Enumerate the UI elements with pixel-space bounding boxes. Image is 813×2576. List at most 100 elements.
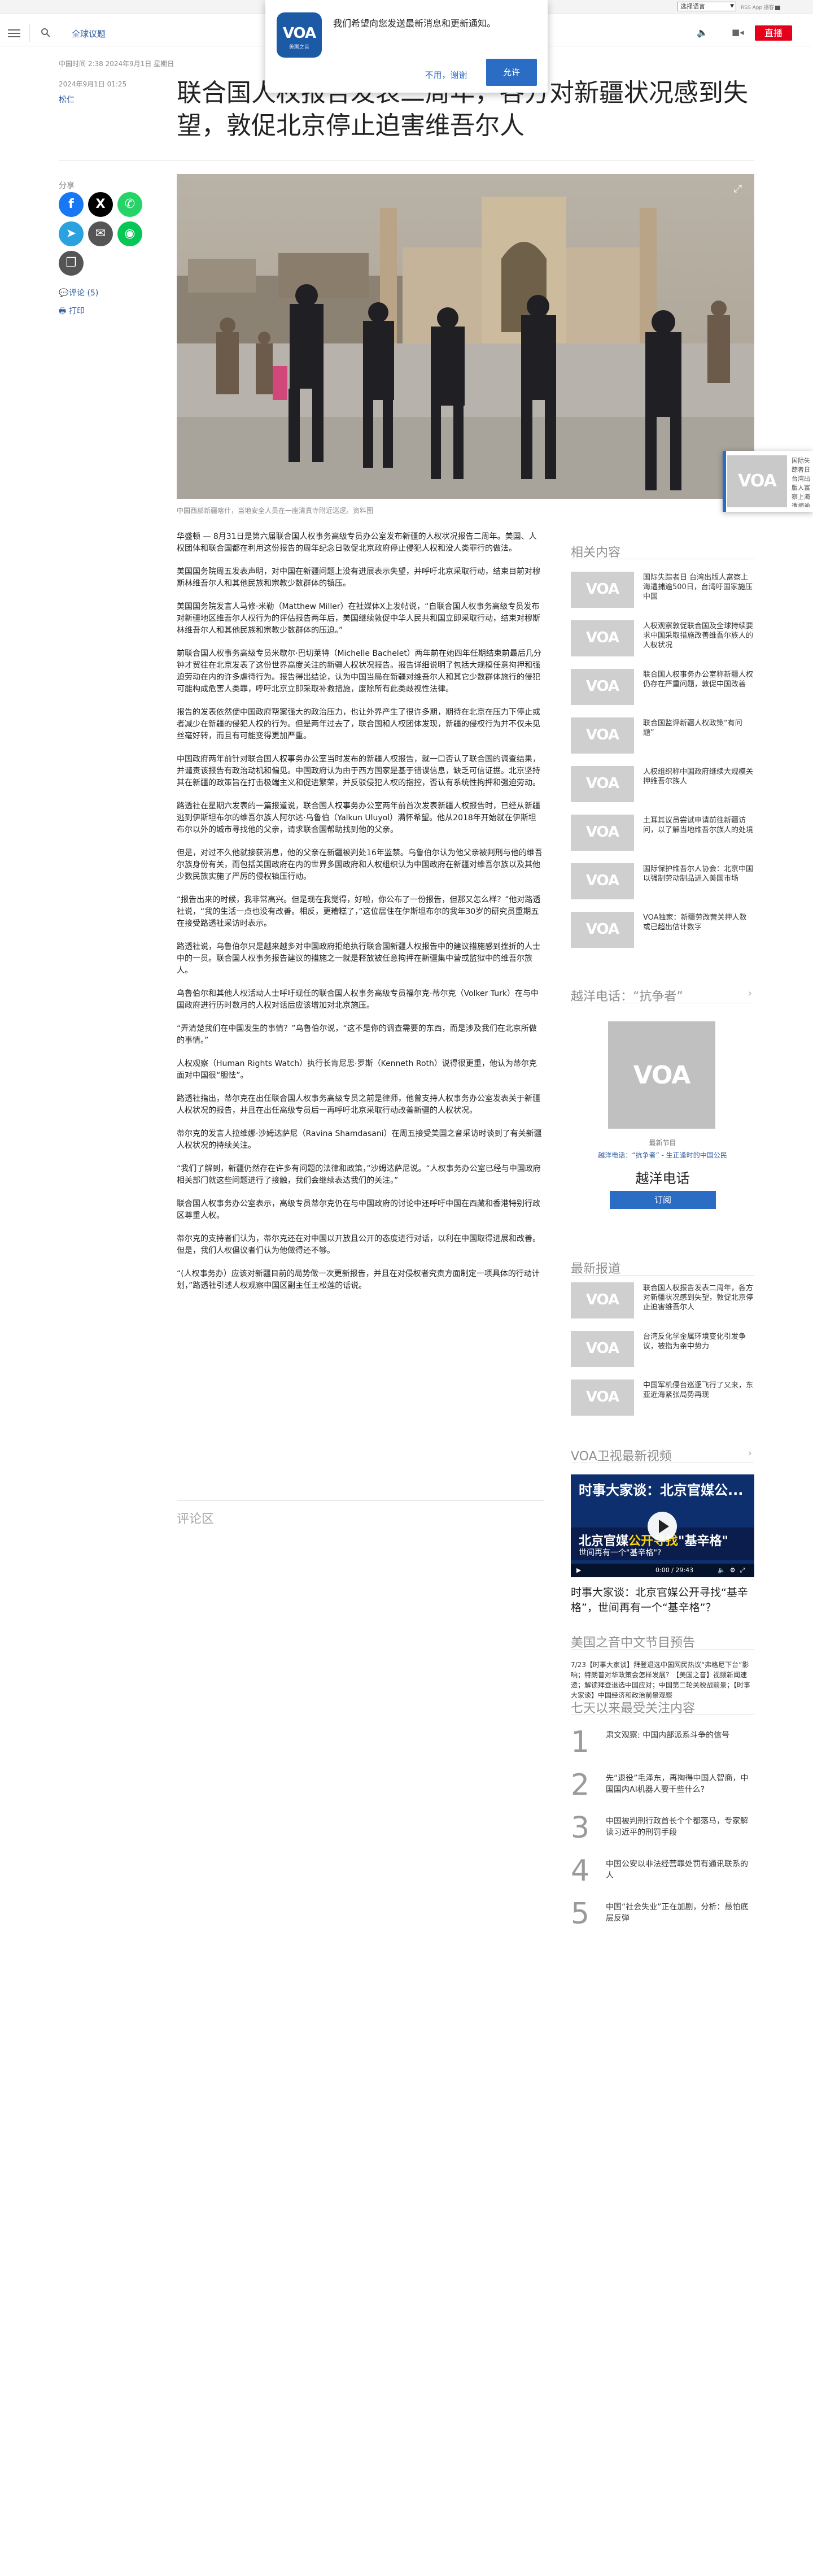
related-item[interactable]: VOA 人权组织称中国政府继续大规模关押维吾尔族人	[571, 766, 754, 803]
chevron-right-icon: ›	[748, 1447, 752, 1459]
related-item[interactable]: VOA 联合国人权事务办公室称新疆人权仍存在严重问题，敦促中国改善	[571, 669, 754, 706]
latest-item[interactable]: VOA 中国军机侵台巡逻飞行了又来，东亚近海紧张局势再现	[571, 1380, 754, 1417]
utility-links[interactable]: RSS App 播客	[741, 3, 781, 11]
copy-link-button[interactable]: ❐	[59, 251, 84, 276]
latest-link[interactable]: 联合国人权报告发表二周年，各方对新疆状况感到失望，敦促北京停止迫害维吾尔人	[643, 1283, 753, 1312]
popular-link[interactable]: 肃文观察: 中国内部派系斗争的信号	[606, 1730, 751, 1741]
video-controls[interactable]: ▶ 0:00 / 29:43 🔈⚙⤢	[571, 1564, 754, 1577]
print-icon: 🖶	[59, 307, 67, 316]
play-small-icon[interactable]: ▶	[576, 1564, 581, 1577]
language-select[interactable]: 选择语言 ▼	[678, 2, 736, 11]
fullscreen-icon[interactable]: ⤢	[729, 181, 746, 198]
video-player[interactable]: 时事大家谈：北京官媒公... 北京官媒公开寻找"基辛格" 世间再有一个"基辛格"…	[571, 1474, 754, 1577]
volume-settings-fullscreen-icons[interactable]: 🔈⚙⤢	[718, 1564, 749, 1577]
latest-item[interactable]: VOA 联合国人权报告发表二周年，各方对新疆状况感到失望，敦促北京停止迫害维吾尔人	[571, 1282, 754, 1320]
x-share-button[interactable]: X	[88, 192, 113, 217]
related-heading: 相关内容	[571, 542, 754, 560]
card-accent	[723, 451, 726, 512]
play-icon[interactable]	[648, 1512, 677, 1541]
latest-item[interactable]: VOA 台湾反化学金属环境变化引发争议，被指为亲中势力	[571, 1331, 754, 1368]
popular-link[interactable]: 中国“社会失业”正在加剧，分析：最怕底层反弹	[606, 1901, 751, 1924]
related-link[interactable]: 联合国人权事务办公室称新疆人权仍存在严重问题，敦促中国改善	[643, 670, 753, 689]
podcast-heading[interactable]: 越洋电话：“抗争者” ›	[571, 986, 754, 1004]
section-title[interactable]: 全球议题	[72, 28, 106, 40]
body-paragraph: 美国国务院发言人马修·米勒（Matthew Miller）在社媒体X上发帖说，“…	[177, 602, 540, 635]
podcast-icon	[775, 5, 780, 10]
schedule-heading: 美国之音中文节目预告	[571, 1633, 754, 1650]
podcast-episode-link[interactable]: 越洋电话：“抗争者” - 生正逢时的中国公民	[571, 1150, 754, 1160]
related-item[interactable]: VOA 人权观察敦促联合国及全球持续要求中国采取措施改善维吾尔族人的人权状况	[571, 620, 754, 658]
print-link[interactable]: 🖶 打印	[59, 305, 85, 319]
search-icon[interactable]	[41, 28, 51, 38]
voa-logo-icon: VOA	[585, 872, 619, 889]
schedule-text[interactable]: 7/23【时事大家谈】拜登退选中国网民热议“弗格尼下台”影响；特朗普对华政策会怎…	[571, 1660, 754, 1700]
telegram-share-button[interactable]: ➤	[59, 221, 84, 246]
video-caption[interactable]: 时事大家谈：北京官媒公开寻找“基辛格”，世间再有一个“基辛格”？	[571, 1585, 754, 1616]
related-item[interactable]: VOA 联合国监评新疆人权政策“有问题”	[571, 717, 754, 755]
body-paragraph: “我们了解到，新疆仍然存在许多有问题的法律和政策，”沙姆达萨尼说。“人权事务办公…	[177, 1164, 541, 1185]
voa-logo-icon: VOA	[585, 775, 619, 792]
popular-item[interactable]: 1 肃文观察: 中国内部派系斗争的信号	[571, 1726, 754, 1769]
body-paragraph: 蒂尔克的支持者们认为，蒂尔克还在对中国以开放且公开的态度进行对话，以利在中国取得…	[177, 1234, 540, 1255]
push-message: 我们希望向您发送最新消息和更新通知。	[333, 18, 496, 29]
popular-link[interactable]: 中国公安以非法经营罪处罚有通讯联系的人	[606, 1859, 751, 1881]
subscribe-button[interactable]: 订阅	[610, 1191, 716, 1209]
email-share-button[interactable]: ✉	[88, 221, 113, 246]
menu-icon[interactable]	[8, 27, 20, 38]
related-link[interactable]: 国际保护维吾尔人协会：北京中国以强制劳动制品进入美国市场	[643, 864, 753, 884]
related-thumbnail: VOA	[571, 669, 634, 705]
related-thumbnail: VOA	[571, 863, 634, 899]
popular-item[interactable]: 5 中国“社会失业”正在加剧，分析：最怕底层反弹	[571, 1898, 754, 1941]
publish-date: 2024年9月1日 01:25	[59, 80, 127, 88]
body-paragraph: 报告的发表依然使中国政府帮案强大的政治压力，也让外界产生了很许多期，期待在北京在…	[177, 708, 540, 741]
related-link[interactable]: 土耳其议员尝试申请前往新疆访问，以了解当地维吾尔族人的处境	[643, 816, 753, 835]
latest-list: VOA 联合国人权报告发表二周年，各方对新疆状况感到失望，敦促北京停止迫害维吾尔人…	[571, 1282, 754, 1417]
related-link[interactable]: 国际失踪者日 台湾出版人富察上海遭捕逾500日，台湾吁国家施压中国	[643, 573, 753, 602]
video-heading[interactable]: VOA卫视最新视频 ›	[571, 1446, 754, 1464]
popular-link[interactable]: 中国被判刑行政首长个个都落马，专家解读习近平的刑罚手段	[606, 1816, 751, 1838]
related-link[interactable]: 人权组织称中国政府继续大规模关押维吾尔族人	[643, 767, 753, 786]
latest-link[interactable]: 台湾反化学金属环境变化引发争议，被指为亲中势力	[643, 1332, 753, 1351]
latest-section: 最新报道	[571, 1259, 754, 1276]
latest-link[interactable]: 中国军机侵台巡逻飞行了又来，东亚近海紧张局势再现	[643, 1381, 753, 1400]
body-paragraph: 蒂尔克的发言人拉维娜·沙姆达萨尼（Ravina Shamdasani）在周五接受…	[177, 1129, 542, 1150]
popular-link[interactable]: 先“退役”毛泽东，再掏得中国人智商，中国国内AI机器人要干些什么?	[606, 1773, 751, 1795]
live-button[interactable]: 直播	[755, 25, 792, 41]
rank-number: 2	[571, 1768, 590, 1802]
podcast-section: 越洋电话：“抗争者” ›	[571, 986, 754, 1004]
related-item[interactable]: VOA VOA独家：新疆劳改营关押人数或已超出估计数字	[571, 912, 754, 949]
related-item[interactable]: VOA 国际失踪者日 台湾出版人富察上海遭捕逾500日，台湾吁国家施压中国	[571, 572, 754, 609]
audio-icon[interactable]: 🔈	[697, 27, 708, 38]
floating-video-card[interactable]: VOA 国际失踪者日 台湾出版人富察上海遭捕逾500日，台湾吁国家施压中国	[723, 451, 813, 512]
popular-item[interactable]: 2 先“退役”毛泽东，再掏得中国人智商，中国国内AI机器人要干些什么?	[571, 1769, 754, 1812]
image-caption: 中国西部新疆喀什，当地安全人员在一座清真寺附近巡逻。资料图	[177, 507, 374, 515]
related-item[interactable]: VOA 国际保护维吾尔人协会：北京中国以强制劳动制品进入美国市场	[571, 863, 754, 900]
podcast-label: 最新节目	[649, 1139, 676, 1147]
related-item[interactable]: VOA 土耳其议员尝试申请前往新疆访问，以了解当地维吾尔族人的处境	[571, 815, 754, 852]
related-link[interactable]: 联合国监评新疆人权政策“有问题”	[643, 719, 753, 738]
whatsapp-share-button[interactable]: ✆	[117, 192, 142, 217]
voa-logo-icon: VOA	[585, 581, 619, 598]
decline-button[interactable]: 不用，谢谢	[418, 64, 474, 86]
popular-item[interactable]: 4 中国公安以非法经营罪处罚有通讯联系的人	[571, 1855, 754, 1898]
language-label: 选择语言	[680, 3, 705, 10]
popular-item[interactable]: 3 中国被判刑行政首长个个都落马，专家解读习近平的刑罚手段	[571, 1812, 754, 1855]
comment-link[interactable]: 💬评论 (5)	[59, 287, 98, 298]
podcast-cover[interactable]: VOA	[608, 1021, 715, 1129]
facebook-share-button[interactable]: f	[59, 192, 84, 217]
chevron-right-icon: ›	[748, 987, 752, 999]
voa-app-icon: VOA 美国之音	[277, 12, 322, 58]
related-link[interactable]: 人权观察敦促联合国及全球持续要求中国采取措施改善维吾尔族人的人权状况	[643, 621, 753, 650]
line-share-button[interactable]: ◉	[117, 221, 142, 246]
hero-image	[177, 174, 754, 499]
related-thumbnail: VOA	[571, 717, 634, 754]
author-link[interactable]: 松仁	[59, 94, 75, 105]
allow-button[interactable]: 允许	[486, 59, 537, 86]
popular-section: 七天以来最受关注内容	[571, 1698, 754, 1716]
video-section: VOA卫视最新视频 ›	[571, 1446, 754, 1464]
related-link[interactable]: VOA独家：新疆劳改营关押人数或已超出估计数字	[643, 913, 753, 932]
body-paragraph: 路透社说，乌鲁伯尔只是越来越多对中国政府拒绝执行联合国新疆人权报告中的建议措施感…	[177, 942, 540, 975]
body-paragraph: “报告出来的时候，我非常高兴。但是现在我觉得，好啦，你公布了一份报告，但那又怎么…	[177, 895, 541, 928]
video-icon[interactable]: ■◂	[732, 27, 744, 37]
rank-number: 1	[571, 1725, 590, 1759]
